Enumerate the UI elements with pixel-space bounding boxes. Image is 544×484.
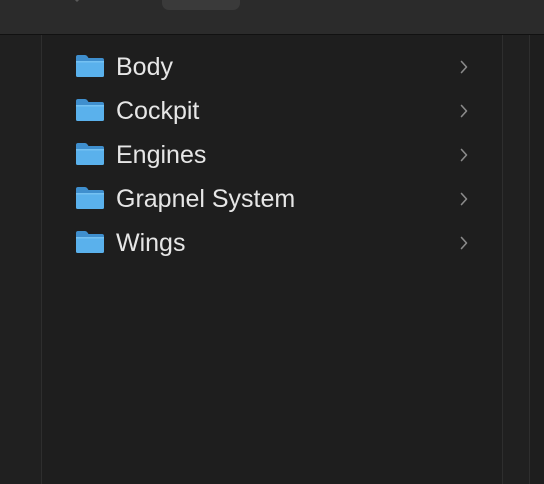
folder-row-engines[interactable]: Engines <box>42 133 502 177</box>
chevron-right-icon <box>459 191 469 207</box>
folder-list: Body Cockpit Engines Grapnel System Wing… <box>42 45 502 265</box>
folder-label: Cockpit <box>116 97 200 125</box>
toolbar-chevron-icon[interactable] <box>70 0 84 6</box>
folder-icon <box>75 230 105 254</box>
folder-row-grapnel-system[interactable]: Grapnel System <box>42 177 502 221</box>
chevron-right-icon <box>459 103 469 119</box>
chevron-right-icon <box>459 59 469 75</box>
folder-label: Body <box>116 53 173 81</box>
toolbar-button[interactable] <box>162 0 240 10</box>
folder-label: Engines <box>116 141 207 169</box>
chevron-right-icon <box>459 235 469 251</box>
folder-icon <box>75 98 105 122</box>
folder-label: Wings <box>116 229 186 257</box>
folder-icon <box>75 54 105 78</box>
finder-window: Body Cockpit Engines Grapnel System Wing… <box>0 0 544 484</box>
folder-row-body[interactable]: Body <box>42 45 502 89</box>
folder-row-wings[interactable]: Wings <box>42 221 502 265</box>
browser-column-edge <box>530 35 544 484</box>
browser-column-left <box>0 35 42 484</box>
folder-icon <box>75 142 105 166</box>
browser-column-main: Body Cockpit Engines Grapnel System Wing… <box>42 35 502 484</box>
folder-label: Grapnel System <box>116 185 296 213</box>
folder-row-cockpit[interactable]: Cockpit <box>42 89 502 133</box>
chevron-right-icon <box>459 147 469 163</box>
folder-icon <box>75 186 105 210</box>
toolbar <box>0 0 544 35</box>
browser-column-right <box>502 35 530 484</box>
